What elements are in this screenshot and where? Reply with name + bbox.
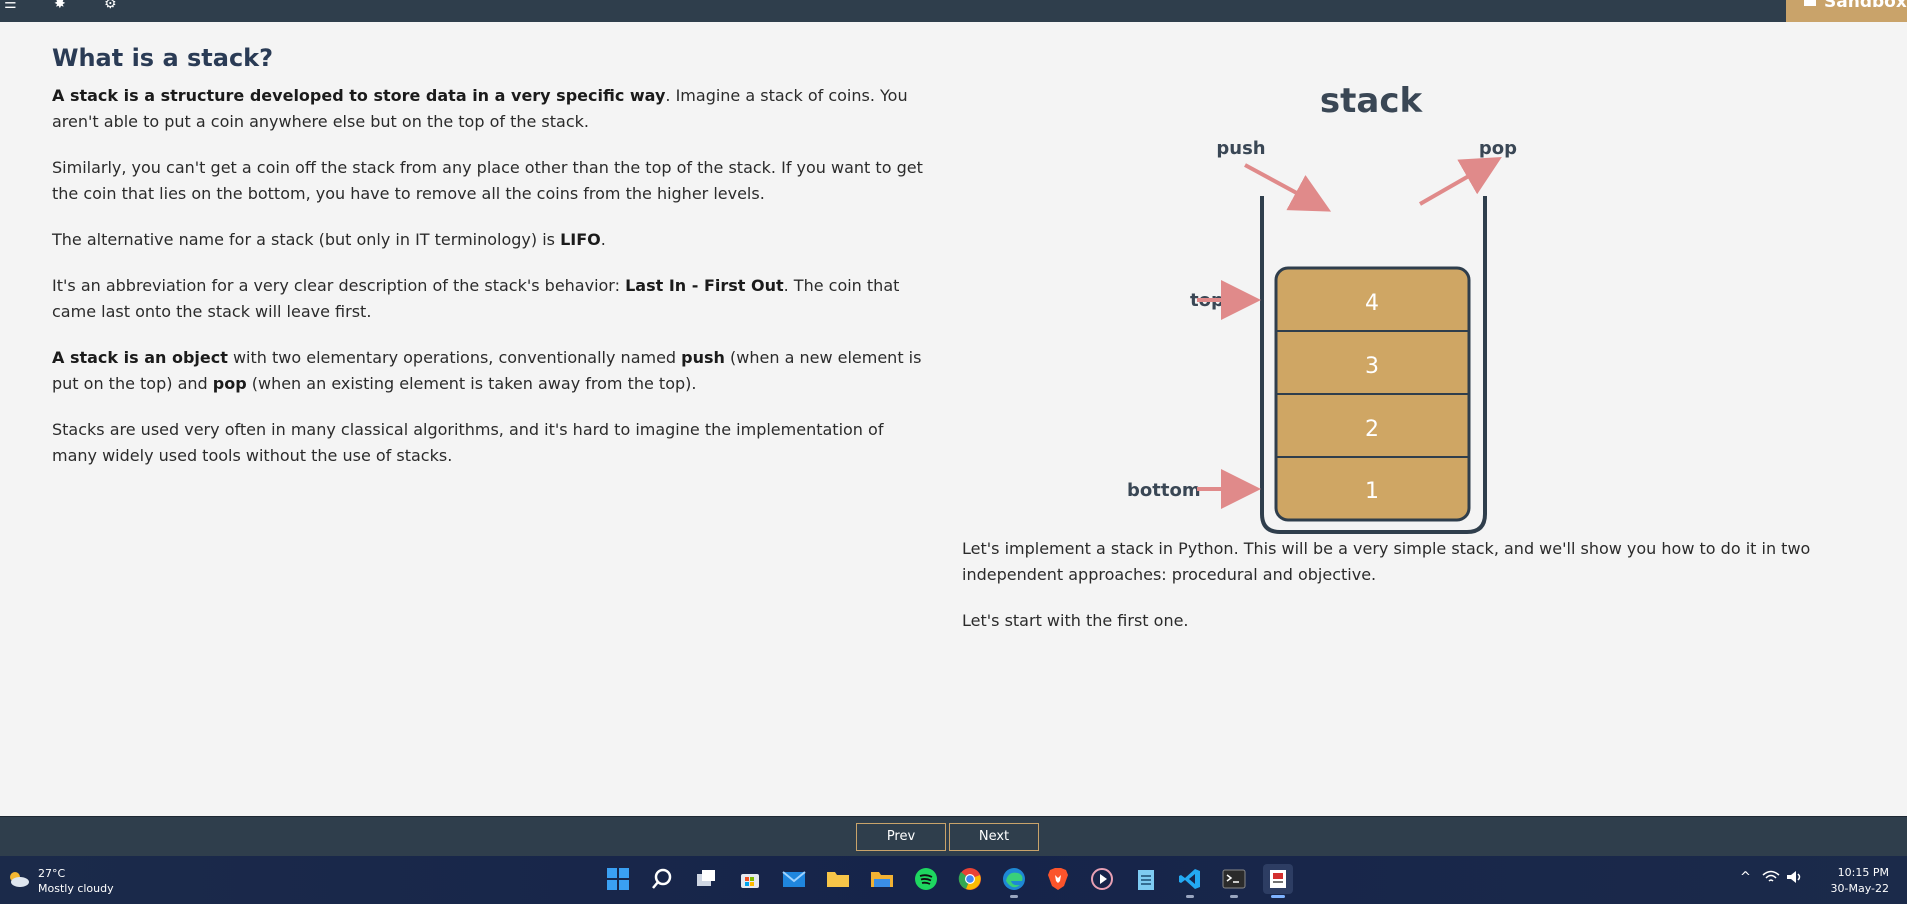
text: with two elementary operations, conventi…	[227, 348, 682, 367]
stack-diagram: stack push pop 4 3 2 1 top bottom	[1127, 81, 1517, 534]
stack-item-4: 4	[1365, 291, 1379, 316]
clock[interactable]: 10:15 PM 30-May-22	[1831, 865, 1889, 897]
search-icon[interactable]	[647, 864, 677, 894]
paragraph-1: A stack is a structure developed to stor…	[52, 83, 932, 135]
running-indicator	[1271, 895, 1285, 898]
running-indicator	[1010, 895, 1018, 898]
store-icon[interactable]	[735, 864, 765, 894]
bold-text: A stack is a structure developed to stor…	[52, 86, 666, 105]
next-button[interactable]: Next	[949, 823, 1039, 851]
bold-text: pop	[212, 374, 247, 393]
terminal-icon[interactable]	[1219, 864, 1249, 898]
sandbox-label: Sandbox	[1824, 0, 1907, 12]
running-indicator	[1186, 895, 1194, 898]
paragraph-6: Stacks are used very often in many class…	[52, 420, 884, 465]
clock-time: 10:15 PM	[1837, 866, 1889, 879]
edge-icon[interactable]	[999, 864, 1029, 898]
gear-icon[interactable]: ⚙	[104, 0, 117, 18]
page-title: What is a stack?	[52, 44, 274, 72]
paragraph-4: It's an abbreviation for a very clear de…	[52, 273, 932, 325]
media-player-icon[interactable]	[1087, 864, 1117, 894]
pop-label: pop	[1479, 138, 1517, 159]
taskbar: 27°C Mostly cloudy ^ 10:15 PM 30-May-22	[0, 856, 1907, 904]
bold-text: LIFO	[560, 230, 601, 249]
start-icon[interactable]	[603, 864, 633, 894]
stack-item-3: 3	[1365, 354, 1379, 379]
weather-desc: Mostly cloudy	[38, 882, 114, 895]
puzzle-icon[interactable]: ✸	[54, 0, 66, 18]
push-arrow	[1244, 163, 1332, 212]
paragraph-2: Similarly, you can't get a coin off the …	[52, 158, 923, 203]
bold-text: Last In - First Out	[625, 276, 784, 295]
diagram-title: stack	[1320, 81, 1424, 121]
pager-bar: Prev Next	[0, 816, 1907, 856]
vscode-icon[interactable]	[1175, 864, 1205, 898]
weather-temp: 27°C	[38, 867, 66, 880]
clock-date: 30-May-22	[1830, 882, 1889, 895]
active-app-icon[interactable]	[1263, 864, 1293, 898]
bold-text: push	[681, 348, 725, 367]
text: It's an abbreviation for a very clear de…	[52, 276, 626, 295]
text: .	[600, 230, 606, 249]
paragraph-7: Let's implement a stack in Python. This …	[962, 539, 1811, 584]
task-view-icon[interactable]	[691, 864, 721, 894]
file-explorer-icon[interactable]	[823, 864, 853, 894]
pop-arrow	[1419, 157, 1502, 206]
lesson-content: What is a stack? A stack is a structure …	[0, 22, 1907, 816]
push-label: push	[1216, 138, 1265, 159]
paragraph-3: The alternative name for a stack (but on…	[52, 227, 932, 253]
lesson-text-left: A stack is a structure developed to stor…	[52, 83, 932, 489]
bold-text: A stack is an object	[52, 348, 228, 367]
cloud-sun-icon	[10, 872, 29, 887]
top-bar: ☰ ✸ ⚙ Sandbox	[0, 0, 1907, 22]
brave-icon[interactable]	[1043, 864, 1073, 894]
sandbox-icon	[1804, 0, 1816, 6]
sandbox-button[interactable]: Sandbox	[1786, 0, 1907, 22]
notepad-icon[interactable]	[1131, 864, 1161, 894]
mail-icon[interactable]	[779, 864, 809, 894]
stack-item-1: 1	[1365, 479, 1379, 504]
chrome-icon[interactable]	[955, 864, 985, 894]
stack-item-2: 2	[1365, 417, 1379, 442]
paragraph-5: A stack is an object with two elementary…	[52, 345, 932, 397]
prev-button[interactable]: Prev	[856, 823, 946, 851]
chevron-up-icon[interactable]: ^	[1740, 870, 1751, 885]
text: (when an existing element is taken away …	[246, 374, 697, 393]
running-indicator	[1230, 895, 1238, 898]
spotify-icon[interactable]	[911, 864, 941, 894]
wifi-icon[interactable]	[1762, 870, 1780, 884]
menu-icon[interactable]: ☰	[4, 0, 17, 18]
folder-icon[interactable]	[867, 864, 897, 894]
volume-icon[interactable]	[1786, 870, 1804, 884]
bottom-label: bottom	[1127, 480, 1201, 501]
lesson-text-right: Let's implement a stack in Python. This …	[962, 536, 1872, 654]
paragraph-8: Let's start with the first one.	[962, 611, 1189, 630]
text: The alternative name for a stack (but on…	[52, 230, 561, 249]
